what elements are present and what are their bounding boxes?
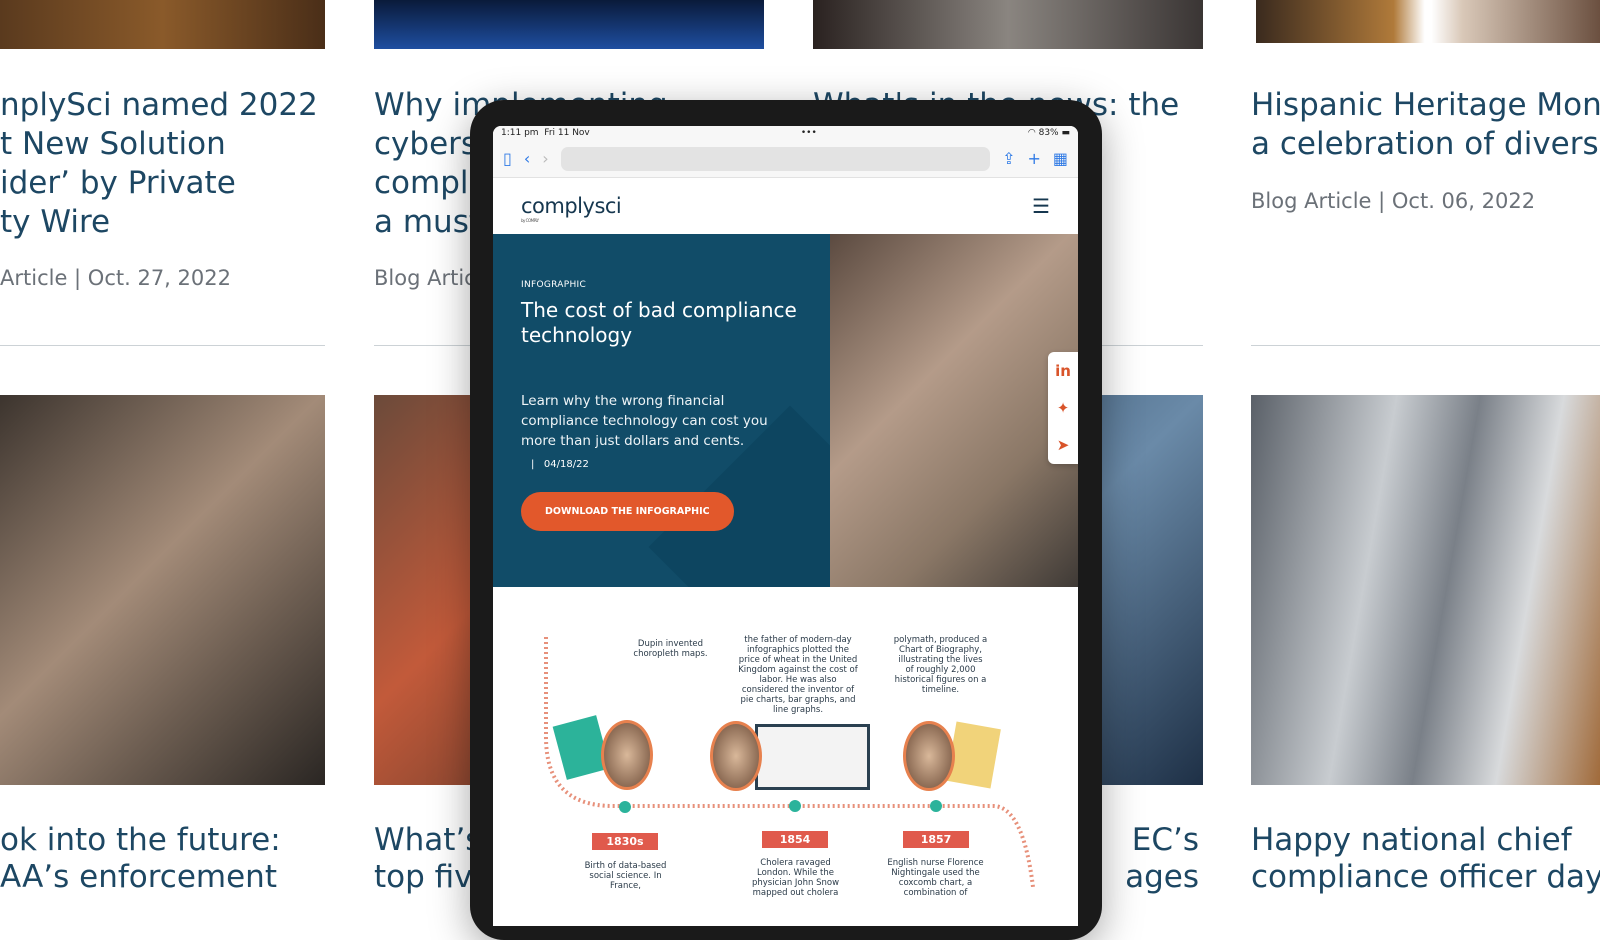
cholera-map-image xyxy=(755,724,870,790)
article-title[interactable]: ok into the future: AA’s enforcement xyxy=(0,822,325,896)
download-infographic-button[interactable]: DOWNLOAD THE INFOGRAPHIC xyxy=(521,492,734,531)
hero-image xyxy=(830,234,1078,587)
timeline-dot xyxy=(930,800,942,812)
article-image xyxy=(374,0,764,49)
article-meta: Blog Article | Oct. 06, 2022 xyxy=(1251,189,1536,213)
tablet-device: 1:11 pm Fri 11 Nov ••• ◠ 83% ▬ ▯ ‹ › ⇪ +… xyxy=(470,100,1102,940)
battery-percent: 83% xyxy=(1038,128,1059,138)
back-icon[interactable]: ‹ xyxy=(524,149,530,168)
twitter-icon[interactable]: ✦ xyxy=(1057,399,1070,417)
status-date: Fri 11 Nov xyxy=(544,128,590,138)
wifi-icon: ◠ xyxy=(1027,128,1036,138)
sidebar-icon[interactable]: ▯ xyxy=(503,149,512,168)
article-image xyxy=(0,395,325,785)
infographic-text: Birth of data-based social science. In F… xyxy=(584,861,667,891)
share-icon[interactable]: ⇪ xyxy=(1002,149,1015,168)
tabs-grid-icon[interactable]: ▦ xyxy=(1053,149,1068,168)
share-bar: in ✦ ➤ xyxy=(1048,352,1078,464)
complysci-logo[interactable]: complysci by COMPLY xyxy=(521,194,622,223)
article-image xyxy=(1256,0,1600,43)
more-dots-icon[interactable]: ••• xyxy=(801,128,817,138)
status-time: 1:11 pm xyxy=(501,128,539,138)
hero: INFOGRAPHIC The cost of bad compliance t… xyxy=(493,234,1078,587)
timeline-dot xyxy=(789,800,801,812)
article-image xyxy=(1251,395,1600,785)
forward-icon[interactable]: › xyxy=(542,149,548,168)
article-title[interactable]: Hispanic Heritage Month a celebration of… xyxy=(1251,86,1600,164)
hero-title: The cost of bad compliance technology xyxy=(521,298,797,347)
article-card-1[interactable]: nplySci named 2022 t New Solution ider’ … xyxy=(0,0,325,900)
portrait-image xyxy=(903,721,955,791)
year-label: 1854 xyxy=(762,831,828,848)
portrait-image xyxy=(601,720,653,790)
send-icon[interactable]: ➤ xyxy=(1057,436,1070,454)
year-label: 1830s xyxy=(592,833,658,850)
infographic-text: English nurse Florence Nightingale used … xyxy=(887,858,984,898)
infographic-timeline: Dupin invented choropleth maps. the fath… xyxy=(493,587,1078,898)
article-image xyxy=(0,0,325,49)
infographic-text: the father of modern-day infographics pl… xyxy=(738,635,858,715)
infographic-text: polymath, produced a Chart of Biography,… xyxy=(893,635,988,695)
site-header: complysci by COMPLY ☰ xyxy=(493,178,1078,234)
hero-kicker: INFOGRAPHIC xyxy=(521,280,587,290)
hamburger-menu-icon[interactable]: ☰ xyxy=(1032,194,1050,218)
hero-description: Learn why the wrong financial compliance… xyxy=(521,393,768,449)
infographic-text: Dupin invented choropleth maps. xyxy=(633,639,708,659)
hero-date: | 04/18/22 xyxy=(531,459,589,470)
battery-icon: ▬ xyxy=(1061,128,1070,138)
article-title[interactable]: Happy national chief compliance officer … xyxy=(1251,822,1600,896)
timeline-dot xyxy=(619,801,631,813)
year-label: 1857 xyxy=(903,831,969,848)
divider xyxy=(0,345,325,346)
article-image xyxy=(813,0,1203,49)
portrait-image xyxy=(710,721,762,791)
browser-toolbar: ▯ ‹ › ⇪ + ▦ xyxy=(493,140,1078,178)
divider xyxy=(1251,345,1600,346)
new-tab-icon[interactable]: + xyxy=(1027,149,1040,168)
linkedin-icon[interactable]: in xyxy=(1055,362,1071,380)
article-card-4[interactable]: Hispanic Heritage Month a celebration of… xyxy=(1251,0,1600,900)
article-meta: Article | Oct. 27, 2022 xyxy=(0,266,231,290)
article-title[interactable]: nplySci named 2022 t New Solution ider’ … xyxy=(0,86,325,242)
address-bar[interactable] xyxy=(560,146,991,171)
tablet-screen: 1:11 pm Fri 11 Nov ••• ◠ 83% ▬ ▯ ‹ › ⇪ +… xyxy=(493,126,1078,926)
status-bar: 1:11 pm Fri 11 Nov ••• ◠ 83% ▬ xyxy=(493,126,1078,140)
infographic-text: Cholera ravaged London. While the physic… xyxy=(751,858,840,898)
